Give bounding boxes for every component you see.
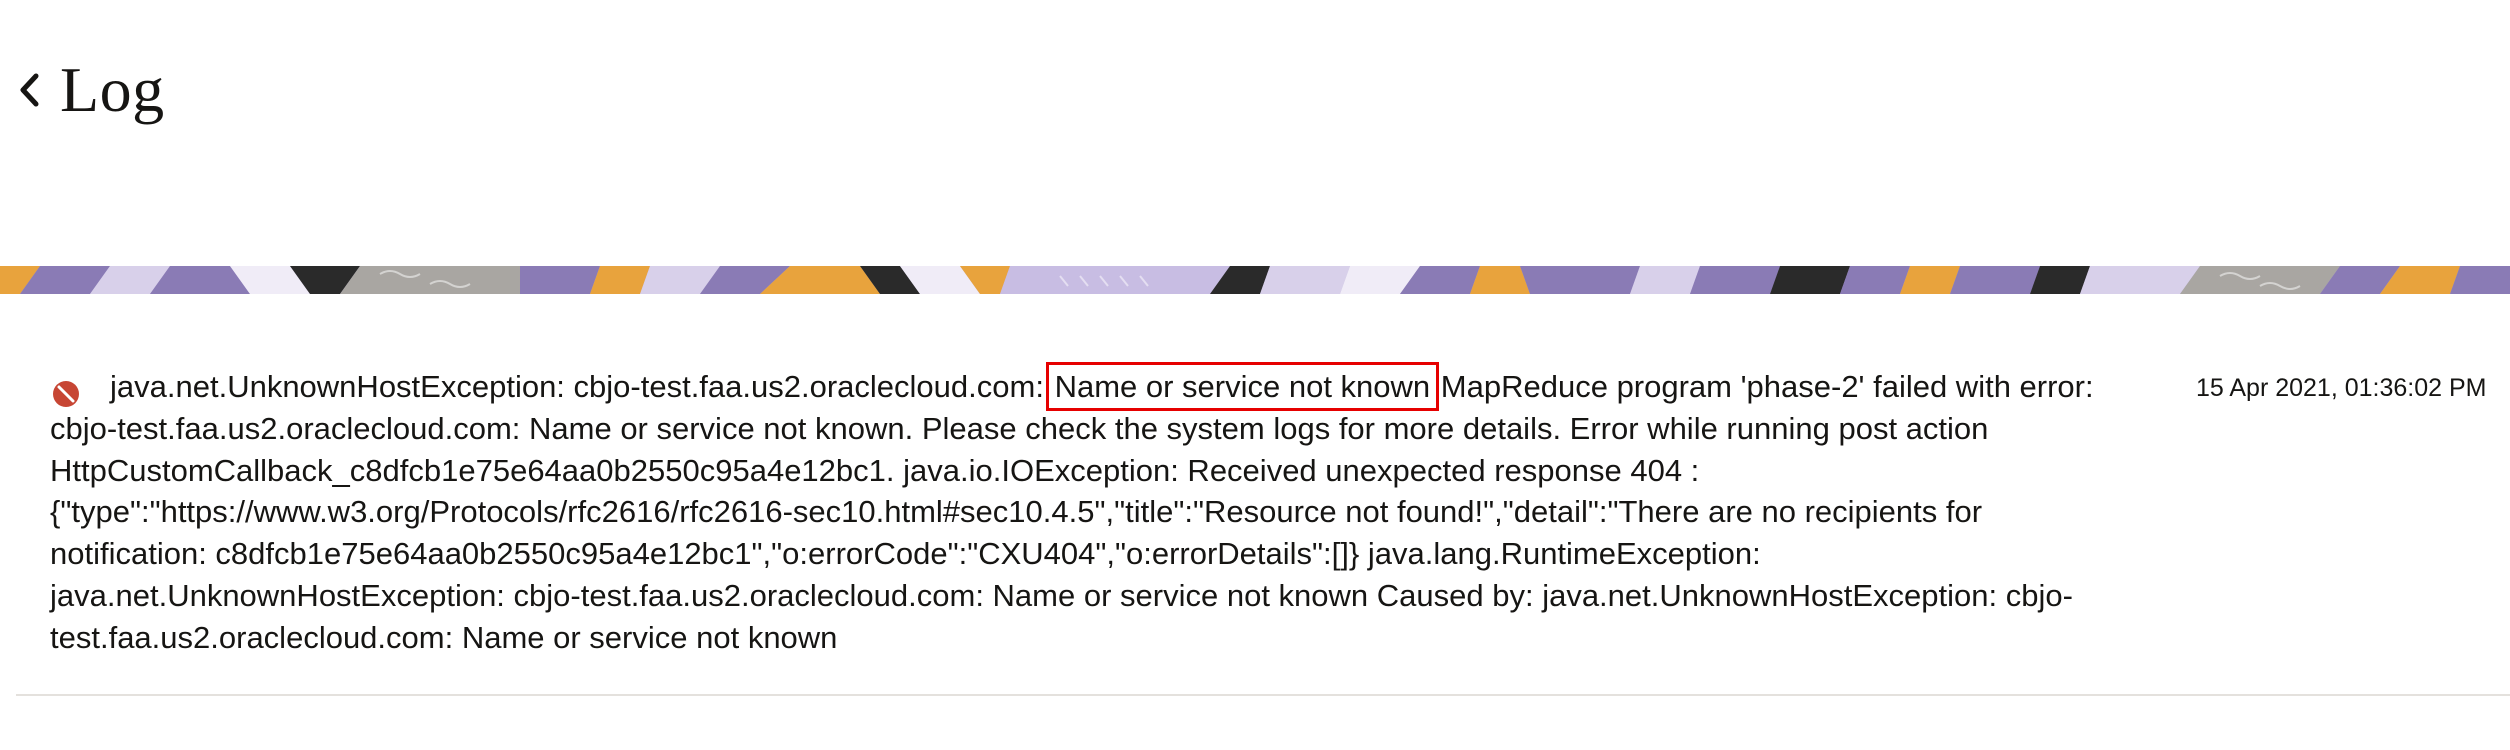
log-entry: java.net.UnknownHostException: cbjo-test… [0,294,2510,696]
log-message: java.net.UnknownHostException: cbjo-test… [50,362,2120,659]
message-text-after: MapReduce program 'phase-2' failed with … [50,369,2094,655]
message-text-before: java.net.UnknownHostException: cbjo-test… [110,369,1044,404]
page-header: Log [0,0,2510,266]
decorative-banner [0,266,2510,294]
chevron-left-icon [20,73,39,107]
page-title: Log [60,54,165,125]
highlighted-error-text: Name or service not known [1045,362,1440,411]
divider [16,694,2510,696]
log-timestamp: 15 Apr 2021, 01:36:02 PM [2196,374,2487,402]
back-button[interactable] [14,66,44,114]
